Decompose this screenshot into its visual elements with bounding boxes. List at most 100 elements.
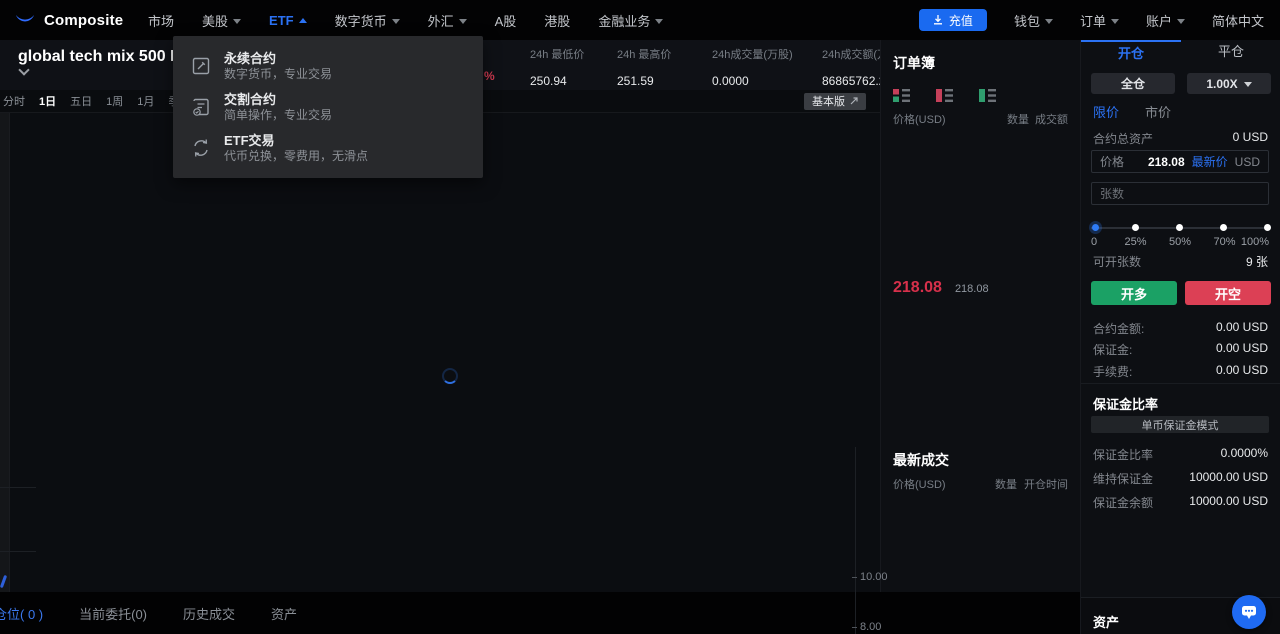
support-chat-button[interactable]	[1232, 595, 1266, 629]
available-contracts-row: 可开张数 9 张	[1093, 255, 1268, 269]
menu-item-etf-trading[interactable]: ETF交易 代币兑换，零费用，无滑点	[173, 127, 483, 168]
axis-label: 10.00	[852, 571, 888, 583]
perpetual-contract-icon	[192, 57, 210, 74]
menu-item-desc: 简单操作，专业交易	[224, 107, 333, 122]
slider-dot-100[interactable]	[1264, 224, 1271, 231]
chart-version-button[interactable]: 基本版	[804, 92, 866, 110]
brand-name: Composite	[44, 11, 124, 29]
tab-assets[interactable]: 资产	[271, 604, 297, 623]
single-currency-margin-mode-button[interactable]: 单币保证金模式	[1091, 416, 1269, 433]
nav-item-a-shares[interactable]: A股	[495, 11, 517, 30]
margin-mode-button[interactable]: 全仓	[1091, 73, 1175, 94]
tab-open-orders[interactable]: 当前委托(0)	[79, 604, 147, 623]
orderbook-section: 订单簿 价格(USD) 数量 成交额 218.08 218.08 最新成交 价格(U…	[880, 40, 1080, 592]
volume-axis-line	[855, 447, 856, 634]
slider-dot-25[interactable]	[1132, 224, 1139, 231]
interval-tab-5d[interactable]: 五日	[63, 93, 99, 109]
margin-row: 保证金: 0.00 USD	[1093, 341, 1268, 357]
mark-price: 218.08	[954, 283, 989, 295]
margin-leverage-row: 全仓 1.00X	[1091, 73, 1271, 94]
quantity-input[interactable]	[1091, 182, 1269, 205]
etf-swap-icon	[194, 138, 208, 157]
slider-dot-50[interactable]	[1176, 224, 1183, 231]
chevron-down-icon	[1176, 18, 1185, 24]
expand-icon	[850, 97, 858, 105]
chart-left-toolbar[interactable]	[0, 113, 10, 592]
assets-title: 资产	[1093, 615, 1120, 630]
contract-amount-row: 合约金额: 0.00 USD	[1093, 320, 1268, 336]
leverage-button[interactable]: 1.00X	[1187, 73, 1271, 94]
grid-line	[0, 551, 36, 552]
slider-dot-0[interactable]	[1091, 224, 1099, 231]
nav-item-financial-services[interactable]: 金融业务	[598, 11, 664, 30]
margin-ratio-title: 保证金比率	[1093, 397, 1159, 412]
latest-price-link[interactable]: 最新价	[1192, 153, 1228, 170]
tab-positions[interactable]: 仓位( 0 )	[0, 604, 43, 623]
symbol-chevron-down-icon[interactable]	[18, 64, 30, 76]
divider	[1081, 383, 1280, 384]
toolbar-marker	[0, 574, 8, 589]
stat-24h-high: 24h 最高价 251.59	[617, 49, 672, 88]
nav-item-us-stocks[interactable]: 美股	[202, 11, 242, 30]
menu-item-title: 交割合约	[224, 91, 277, 107]
nav-item-hk-stocks[interactable]: 港股	[544, 11, 570, 30]
fee-row: 手续费: 0.00 USD	[1093, 363, 1268, 379]
change-percent: %	[484, 69, 495, 83]
nav-item-forex[interactable]: 外汇	[428, 11, 467, 30]
composite-logo-icon	[16, 15, 34, 22]
nav-item-account[interactable]: 账户	[1146, 11, 1185, 30]
trade-buttons: 开多 开空	[1091, 281, 1271, 305]
order-type-market[interactable]: 市价	[1145, 102, 1171, 121]
nav-item-market[interactable]: 市场	[148, 11, 174, 30]
orderbook-view-bids-icon[interactable]	[979, 89, 996, 102]
price-chart[interactable]	[0, 113, 880, 592]
loading-spinner-icon	[442, 368, 458, 384]
orderbook-title: 订单簿	[893, 55, 935, 71]
menu-item-perpetual-contract[interactable]: 永续合约 数字货币，专业交易	[173, 45, 483, 86]
last-price: 218.08	[893, 279, 942, 296]
maintenance-margin-row: 维持保证金 10000.00 USD	[1093, 470, 1268, 486]
interval-tab-1w[interactable]: 1周	[99, 93, 130, 109]
tab-close-position[interactable]: 平仓	[1181, 40, 1280, 66]
trade-panel: 开仓 平仓 全仓 1.00X 限价 市价 合约总资产 0 USD 价格 218.…	[1080, 40, 1280, 634]
menu-item-desc: 代币兑换，零费用，无滑点	[224, 148, 369, 163]
menu-item-desc: 数字货币，专业交易	[224, 66, 333, 81]
margin-balance-row: 保证金余额 10000.00 USD	[1093, 494, 1268, 510]
orderbook-view-asks-icon[interactable]	[936, 89, 953, 102]
menu-item-delivery-contract[interactable]: 交割合约 简单操作，专业交易	[173, 86, 483, 127]
tab-trade-history[interactable]: 历史成交	[183, 604, 235, 623]
interval-tab-1m[interactable]: 1月	[130, 93, 161, 109]
orderbook-columns: 价格(USD) 数量 成交额	[893, 114, 1068, 126]
interval-tab-1d[interactable]: 1日	[32, 93, 63, 109]
tab-open-position[interactable]: 开仓	[1081, 40, 1181, 66]
tick-mark	[852, 576, 857, 578]
open-short-button[interactable]: 开空	[1185, 281, 1271, 305]
quantity-slider[interactable]	[1091, 223, 1271, 233]
margin-ratio-row: 保证金比率 0.0000%	[1093, 446, 1268, 462]
latest-trades-title: 最新成交	[893, 452, 949, 468]
last-price-row[interactable]: 218.08 218.08	[893, 279, 989, 297]
tick-mark	[852, 626, 857, 628]
nav-item-etf[interactable]: ETF	[269, 13, 307, 28]
deposit-button[interactable]: 充值	[918, 9, 987, 31]
nav-item-wallet[interactable]: 钱包	[1014, 11, 1053, 30]
orderbook-view-both-icon[interactable]	[893, 89, 910, 102]
nav-item-orders[interactable]: 订单	[1080, 11, 1119, 30]
chevron-down-icon	[391, 18, 400, 24]
price-input[interactable]: 价格 218.08 最新价 USD	[1091, 150, 1269, 173]
nav-item-crypto[interactable]: 数字货币	[335, 11, 400, 30]
order-type-limit[interactable]: 限价	[1093, 102, 1119, 121]
slider-dot-70[interactable]	[1220, 224, 1227, 231]
positions-tabbar: 仓位( 0 ) 当前委托(0) 历史成交 资产	[0, 592, 1080, 634]
open-long-button[interactable]: 开多	[1091, 281, 1177, 305]
slider-labels: 0 25% 50% 70% 100%	[1091, 236, 1269, 248]
axis-label: 8.00	[852, 621, 881, 633]
chevron-down-icon	[233, 18, 242, 24]
download-icon	[933, 15, 942, 25]
grid-line	[0, 487, 36, 488]
brand[interactable]: Composite	[0, 12, 130, 29]
position-tabs: 开仓 平仓	[1081, 40, 1280, 66]
nav-right: 充值 钱包 订单 账户 简体中文	[918, 9, 1280, 31]
language-selector[interactable]: 简体中文	[1212, 11, 1264, 30]
interval-tab-minute-chart[interactable]: 分时	[0, 93, 32, 109]
